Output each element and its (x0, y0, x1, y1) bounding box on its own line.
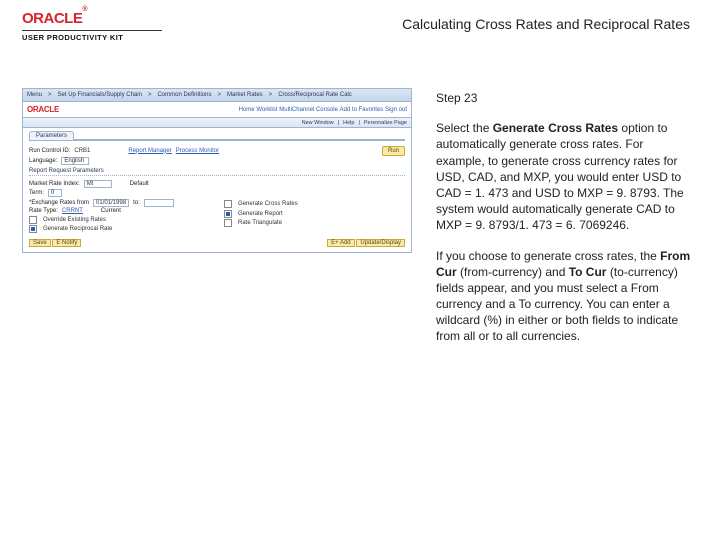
exch-from-field: 01/01/1998 (93, 199, 129, 207)
brand-suffix: ® (82, 6, 87, 13)
ss-link-fav: Add to Favorites (340, 107, 384, 113)
ss-link-worklist: Worklist (256, 107, 277, 113)
rate-type-label: Rate Type: (29, 208, 58, 214)
ss-link-signout: Sign out (385, 107, 407, 113)
bc-2: Common Definitions (157, 92, 211, 98)
ss-link-console: MultiChannel Console (279, 107, 338, 113)
instruction-pane: Step 23 Select the Generate Cross Rates … (436, 88, 700, 359)
rate-type-field: CRRNT (62, 208, 83, 214)
ss-link-home: Home (239, 107, 255, 113)
chk-cross (224, 200, 234, 208)
paragraph-2: If you choose to generate cross rates, t… (436, 248, 692, 345)
ss-help: Help (343, 120, 354, 126)
language-label: Language: (29, 158, 57, 164)
ss-new-window: New Window (302, 120, 334, 126)
bold-to-cur: To Cur (569, 265, 607, 279)
ss-logo-row: ORACLE Home Worklist MultiChannel Consol… (22, 102, 412, 118)
ss-body: Parameters Run Control ID: CRB1 Report M… (22, 128, 412, 253)
default-label: Default (130, 181, 149, 187)
paragraph-1: Select the Generate Cross Rates option t… (436, 120, 692, 233)
report-manager-link: Report Manager (128, 148, 171, 154)
app-screenshot: Menu > Set Up Financials/Supply Chain > … (22, 88, 412, 248)
chk-override (29, 216, 39, 224)
chk-triangulate (224, 219, 234, 227)
update-chip: Update/Display (356, 239, 405, 247)
ss-breadcrumb-bar: Menu > Set Up Financials/Supply Chain > … (22, 88, 412, 102)
logo-block: ORACLE® USER PRODUCTIVITY KIT (22, 10, 162, 42)
to-label: to: (133, 200, 140, 206)
add-chip: E+ Add (327, 239, 355, 247)
exch-from-label: *Exchange Rates from (29, 200, 89, 206)
save-chip: Save (29, 239, 51, 247)
language-field: English (61, 157, 89, 165)
bc-3: Market Rates (227, 92, 263, 98)
ss-oracle-logo: ORACLE (27, 105, 59, 114)
chk-reciprocal (29, 225, 39, 233)
notify-chip: E Notify (52, 239, 81, 247)
content: Menu > Set Up Financials/Supply Chain > … (0, 48, 720, 359)
step-label: Step 23 (436, 90, 692, 106)
ss-tab-parameters: Parameters (29, 131, 74, 140)
product-line: USER PRODUCTIVITY KIT (22, 30, 162, 42)
chk-report (224, 210, 234, 218)
rate-type-desc: Current (101, 208, 121, 214)
ss-sub-bar: New Window| Help| Personalize Page (22, 118, 412, 128)
term-field: 0 (48, 189, 62, 197)
mri-label: Market Rate Index: (29, 181, 80, 187)
run-button: Run (382, 146, 405, 156)
bold-generate-cross-rates: Generate Cross Rates (493, 121, 618, 135)
ss-personalize: Personalize Page (364, 120, 407, 126)
term-label: Term: (29, 190, 44, 196)
brand-text: ORACLE (22, 10, 82, 27)
runcontrol-label: Run Control ID: (29, 148, 70, 154)
runcontrol-value: CRB1 (74, 148, 90, 154)
process-monitor-link: Process Monitor (176, 148, 219, 154)
bc-4: Cross/Reciprocal Rate Calc (278, 92, 352, 98)
bc-1: Set Up Financials/Supply Chain (58, 92, 142, 98)
oracle-logo: ORACLE® (22, 10, 162, 27)
doc-title: Calculating Cross Rates and Reciprocal R… (402, 10, 700, 32)
group-title: Report Request Parameters (29, 168, 405, 176)
header: ORACLE® USER PRODUCTIVITY KIT Calculatin… (0, 0, 720, 48)
bc-menu: Menu (27, 92, 42, 98)
to-field (144, 199, 174, 207)
mri-field: MI (84, 180, 112, 188)
